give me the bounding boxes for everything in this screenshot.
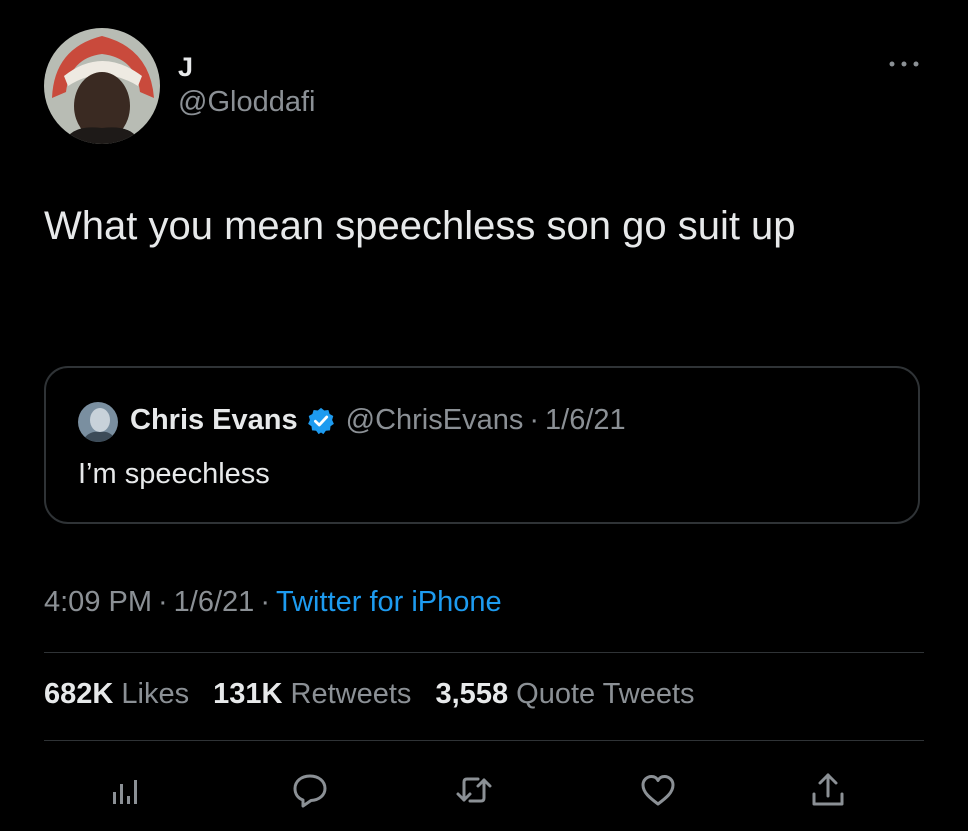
author-display-name[interactable]: J	[178, 52, 193, 83]
tweet-meta: 4:09 PM · 1/6/21 · Twitter for iPhone	[44, 586, 502, 619]
more-icon[interactable]	[884, 56, 924, 72]
divider	[44, 652, 924, 653]
reply-icon[interactable]	[290, 770, 330, 810]
retweet-icon[interactable]	[454, 770, 494, 810]
retweets-label[interactable]: Retweets	[291, 678, 412, 710]
tweet-date[interactable]: 1/6/21	[174, 586, 255, 618]
likes-count[interactable]: 682K	[44, 678, 113, 710]
quote-tweets-label[interactable]: Quote Tweets	[516, 678, 694, 710]
verified-badge-icon	[307, 407, 334, 434]
tweet-time[interactable]: 4:09 PM	[44, 586, 152, 618]
author-avatar[interactable]	[44, 28, 160, 144]
author-handle[interactable]: @Gloddafi	[178, 86, 315, 119]
likes-label[interactable]: Likes	[121, 678, 189, 710]
quoted-tweet-date: 1/6/21	[545, 404, 626, 436]
divider	[44, 740, 924, 741]
quoted-user-avatar-icon	[78, 402, 118, 442]
quoted-tweet-header: Chris Evans @ChrisEvans · 1/6/21	[130, 404, 626, 437]
like-icon[interactable]	[638, 770, 678, 810]
share-icon[interactable]	[808, 770, 848, 810]
tweet-text: What you mean speechless son go suit up	[44, 204, 796, 248]
quote-tweets-count[interactable]: 3,558	[436, 678, 509, 710]
quoted-tweet-card[interactable]: Chris Evans @ChrisEvans · 1/6/21 I’m spe…	[44, 366, 920, 524]
quoted-author-name[interactable]: Chris Evans	[130, 404, 298, 437]
meta-separator: ·	[260, 586, 270, 618]
retweets-count[interactable]: 131K	[213, 678, 282, 710]
user-avatar-icon	[44, 28, 160, 144]
quoted-author-handle[interactable]: @ChrisEvans	[346, 404, 524, 437]
analytics-icon[interactable]	[106, 770, 146, 810]
quoted-separator: ·	[529, 404, 540, 436]
quoted-author-avatar[interactable]	[78, 402, 118, 442]
tweet-source-link[interactable]: Twitter for iPhone	[276, 586, 502, 618]
meta-separator: ·	[158, 586, 168, 618]
engagement-stats: 682K Likes 131K Retweets 3,558 Quote Twe…	[44, 678, 711, 711]
quoted-tweet-text: I’m speechless	[78, 458, 270, 490]
